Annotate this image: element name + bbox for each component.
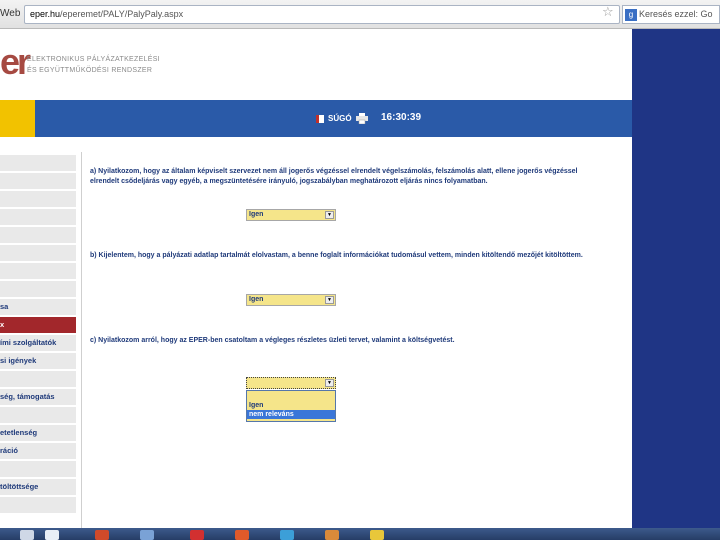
logo-title-line2: ÉS EGYÜTTMŰKÖDÉSI RENDSZER [27,67,153,74]
taskbar-app-icon[interactable] [140,530,154,540]
dropdown-option[interactable]: Igen [247,401,335,410]
sidebar-item[interactable]: etetlenség [0,425,76,441]
taskbar-app-icon[interactable] [190,530,204,540]
sidebar-item[interactable]: töltöttsége [0,479,76,495]
main-content: a) Nyilatkozom, hogy az általam képvisel… [81,152,632,528]
browser-toolbar: Web eper.hu/eperemet/PALY/PalyPaly.aspx … [0,0,720,29]
top-band: SÚGÓ 16:30:39 [0,100,632,137]
help-link[interactable]: SÚGÓ [328,114,352,123]
question-a: a) Nyilatkozom, hogy az általam képvisel… [90,168,578,185]
site-header: er ELEKTRONIKUS PÁLYÁZATKEZELÉSI ÉS EGYÜ… [0,29,632,100]
print-icon[interactable] [356,113,368,124]
url-path: /eperemet/PALY/PalyPaly.aspx [60,9,184,19]
help-icon[interactable] [316,115,324,123]
session-clock: 16:30:39 [381,112,422,123]
sidebar-item[interactable]: x [0,317,76,333]
sidebar-item[interactable] [0,263,76,279]
os-taskbar [0,528,720,540]
question-b: b) Kijelentem, hogy a pályázati adatlap … [90,252,583,259]
sidebar-item[interactable] [0,245,76,261]
sidebar-item[interactable]: ség, támogatás [0,389,76,405]
taskbar-app-icon[interactable] [20,530,34,540]
sidebar-item[interactable] [0,497,76,513]
chevron-down-icon[interactable]: ▼ [325,211,334,219]
address-bar[interactable]: eper.hu/eperemet/PALY/PalyPaly.aspx [24,5,620,24]
question-b-select[interactable]: Igen ▼ [246,294,336,306]
question-b-value: Igen [249,296,264,303]
page-background-right [632,29,720,529]
question-c: c) Nyilatkozom arról, hogy az EPER-ben c… [90,337,455,344]
google-icon: g [625,9,637,21]
browser-tab-fragment[interactable]: Web [0,8,20,19]
question-c-select[interactable]: ▼ [246,377,336,389]
logo-title-line1: ELEKTRONIKUS PÁLYÁZATKEZELÉSI [27,56,160,63]
sidebar-item[interactable] [0,371,76,387]
chevron-down-icon[interactable]: ▼ [325,379,334,387]
sidebar-item[interactable] [0,155,76,171]
taskbar-app-icon[interactable] [325,530,339,540]
sidebar-item[interactable] [0,227,76,243]
sidebar-item[interactable]: sa [0,299,76,315]
search-placeholder: Keresés ezzel: Go [639,9,713,19]
sidebar-item[interactable] [0,191,76,207]
question-a-select[interactable]: Igen ▼ [246,209,336,221]
dropdown-option[interactable] [247,391,335,401]
dropdown-option-highlighted[interactable]: nem releváns [247,410,335,419]
sidebar-item[interactable] [0,407,76,423]
question-c-dropdown-list: Igen nem releváns [246,390,336,422]
sidebar-item[interactable]: ími szolgáltatók [0,335,76,351]
bookmark-star-icon[interactable]: ☆ [602,5,614,20]
url-domain: eper.hu [30,9,61,19]
chevron-down-icon[interactable]: ▼ [325,296,334,304]
search-box[interactable]: g Keresés ezzel: Go [622,5,720,24]
taskbar-app-icon[interactable] [370,530,384,540]
taskbar-app-icon[interactable] [280,530,294,540]
taskbar-app-icon[interactable] [45,530,59,540]
question-a-value: Igen [249,211,264,218]
sidebar-item[interactable]: ráció [0,443,76,459]
sidebar-item[interactable] [0,173,76,189]
sidebar-item[interactable] [0,461,76,477]
sidebar-menu: sa x ími szolgáltatók si igények ség, támoga… [0,155,76,515]
sidebar-item[interactable] [0,281,76,297]
sidebar-item[interactable]: si igények [0,353,76,369]
taskbar-app-icon[interactable] [235,530,249,540]
band-accent [0,100,35,137]
sidebar-item[interactable] [0,209,76,225]
taskbar-app-icon[interactable] [95,530,109,540]
logo[interactable]: er [0,44,31,80]
